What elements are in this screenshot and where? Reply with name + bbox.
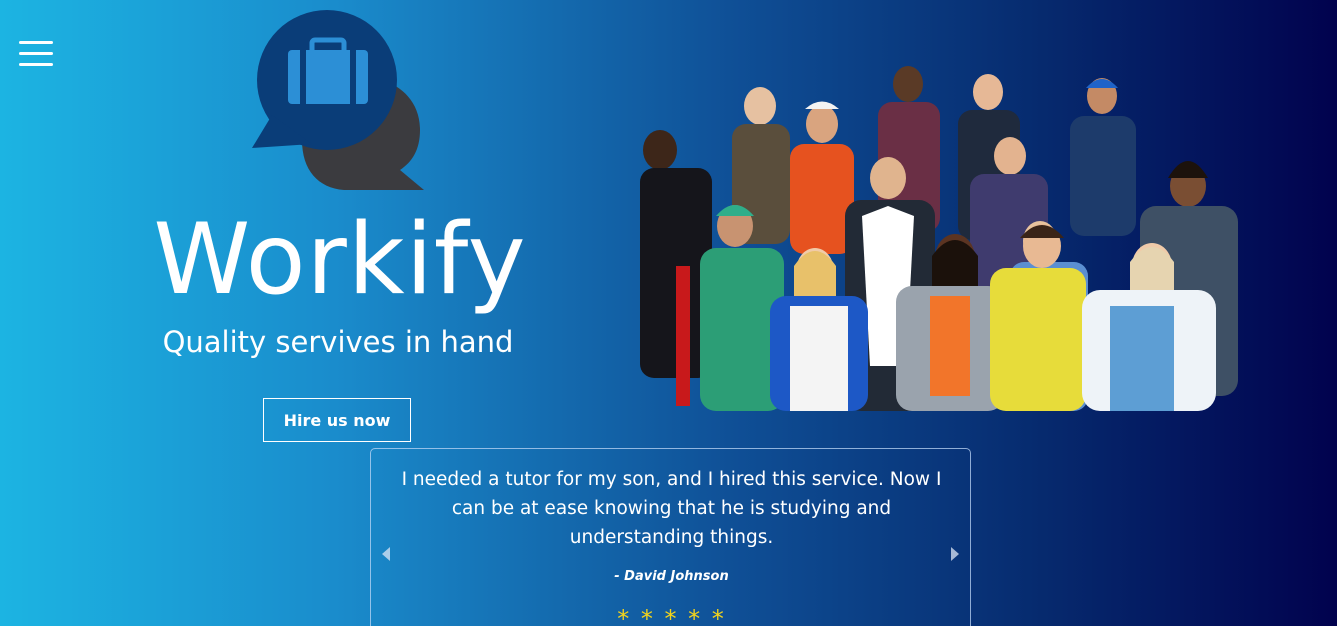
testimonial-card: I needed a tutor for my son, and I hired… <box>370 448 971 626</box>
testimonial-quote: I needed a tutor for my son, and I hired… <box>401 469 942 548</box>
briefcase-chat-bubble-logo <box>252 10 424 190</box>
hamburger-menu-icon[interactable] <box>19 41 53 67</box>
hire-us-now-button[interactable]: Hire us now <box>263 398 411 442</box>
brand-title: Workify <box>153 203 527 317</box>
group-of-professionals-image <box>640 66 1238 411</box>
caret-right-icon[interactable] <box>948 544 962 564</box>
rating-stars: * * * * * <box>617 605 726 626</box>
tagline: Quality servives in hand <box>162 325 514 359</box>
testimonial-author: - David Johnson <box>614 569 729 584</box>
